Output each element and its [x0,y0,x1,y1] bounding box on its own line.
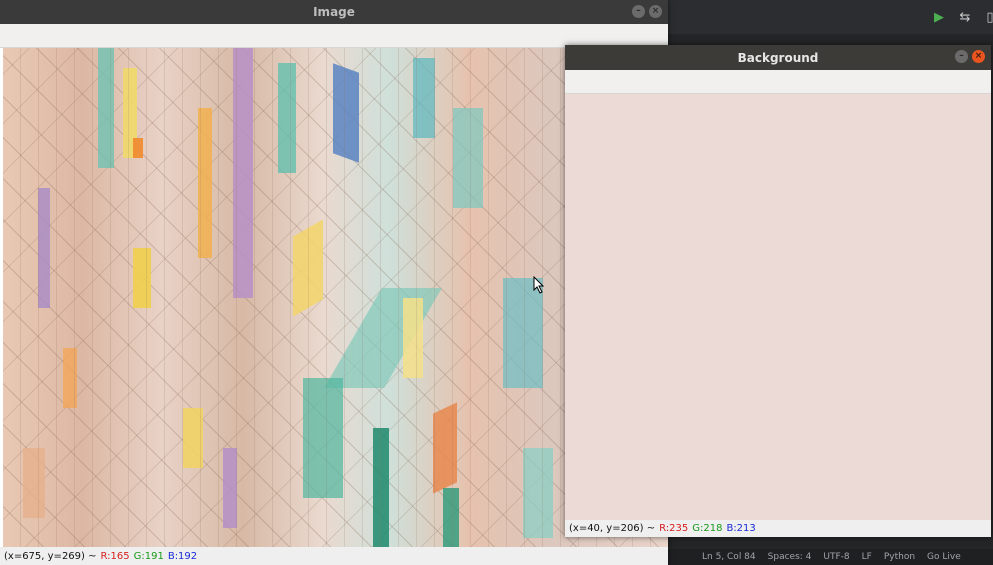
image-window-titlebar[interactable]: Image – × [0,0,668,24]
background-color-canvas[interactable] [565,94,991,520]
indentation[interactable]: Spaces: 4 [768,552,812,562]
green-value: G:218 [692,523,723,534]
minimize-icon[interactable]: – [955,50,968,63]
background-window-titlebar[interactable]: Background – × [565,45,991,70]
source-control-icon[interactable]: ⇆ [956,8,974,26]
background-window-title: Background [737,50,819,65]
red-value: R:165 [100,550,130,562]
background-window-status-bar: (x=40, y=206) ~ R:235 G:218 B:213 [565,520,991,537]
background-window: Background – × (x=40, y=206) ~ R:235 G:2… [565,45,991,537]
close-icon[interactable]: × [649,5,662,18]
minimize-icon[interactable]: – [632,5,645,18]
blue-value: B:192 [167,550,198,562]
cursor-coords: (x=675, y=269) ~ [4,550,97,562]
red-value: R:235 [659,523,689,534]
split-editor-icon[interactable]: ▯ [981,8,993,26]
cursor-coords: (x=40, y=206) ~ [569,523,656,534]
line-ending[interactable]: LF [862,552,872,562]
green-value: G:191 [133,550,164,562]
image-window-title: Image [313,5,355,19]
background-window-toolbar [565,70,991,94]
run-icon[interactable]: ▶ [930,8,948,26]
ide-toolbar: ▶ ⇆ ▯ [668,0,993,34]
language-mode[interactable]: Python [884,552,915,562]
close-icon[interactable]: × [972,50,985,63]
go-live-button[interactable]: Go Live [927,552,961,562]
mouse-cursor-icon [533,276,545,294]
ide-status-bar: Ln 5, Col 84 Spaces: 4 UTF-8 LF Python G… [668,549,993,565]
image-window-status-bar: (x=675, y=269) ~ R:165 G:191 B:192 [0,547,668,565]
blue-value: B:213 [726,523,756,534]
cursor-position[interactable]: Ln 5, Col 84 [702,552,756,562]
encoding[interactable]: UTF-8 [823,552,849,562]
